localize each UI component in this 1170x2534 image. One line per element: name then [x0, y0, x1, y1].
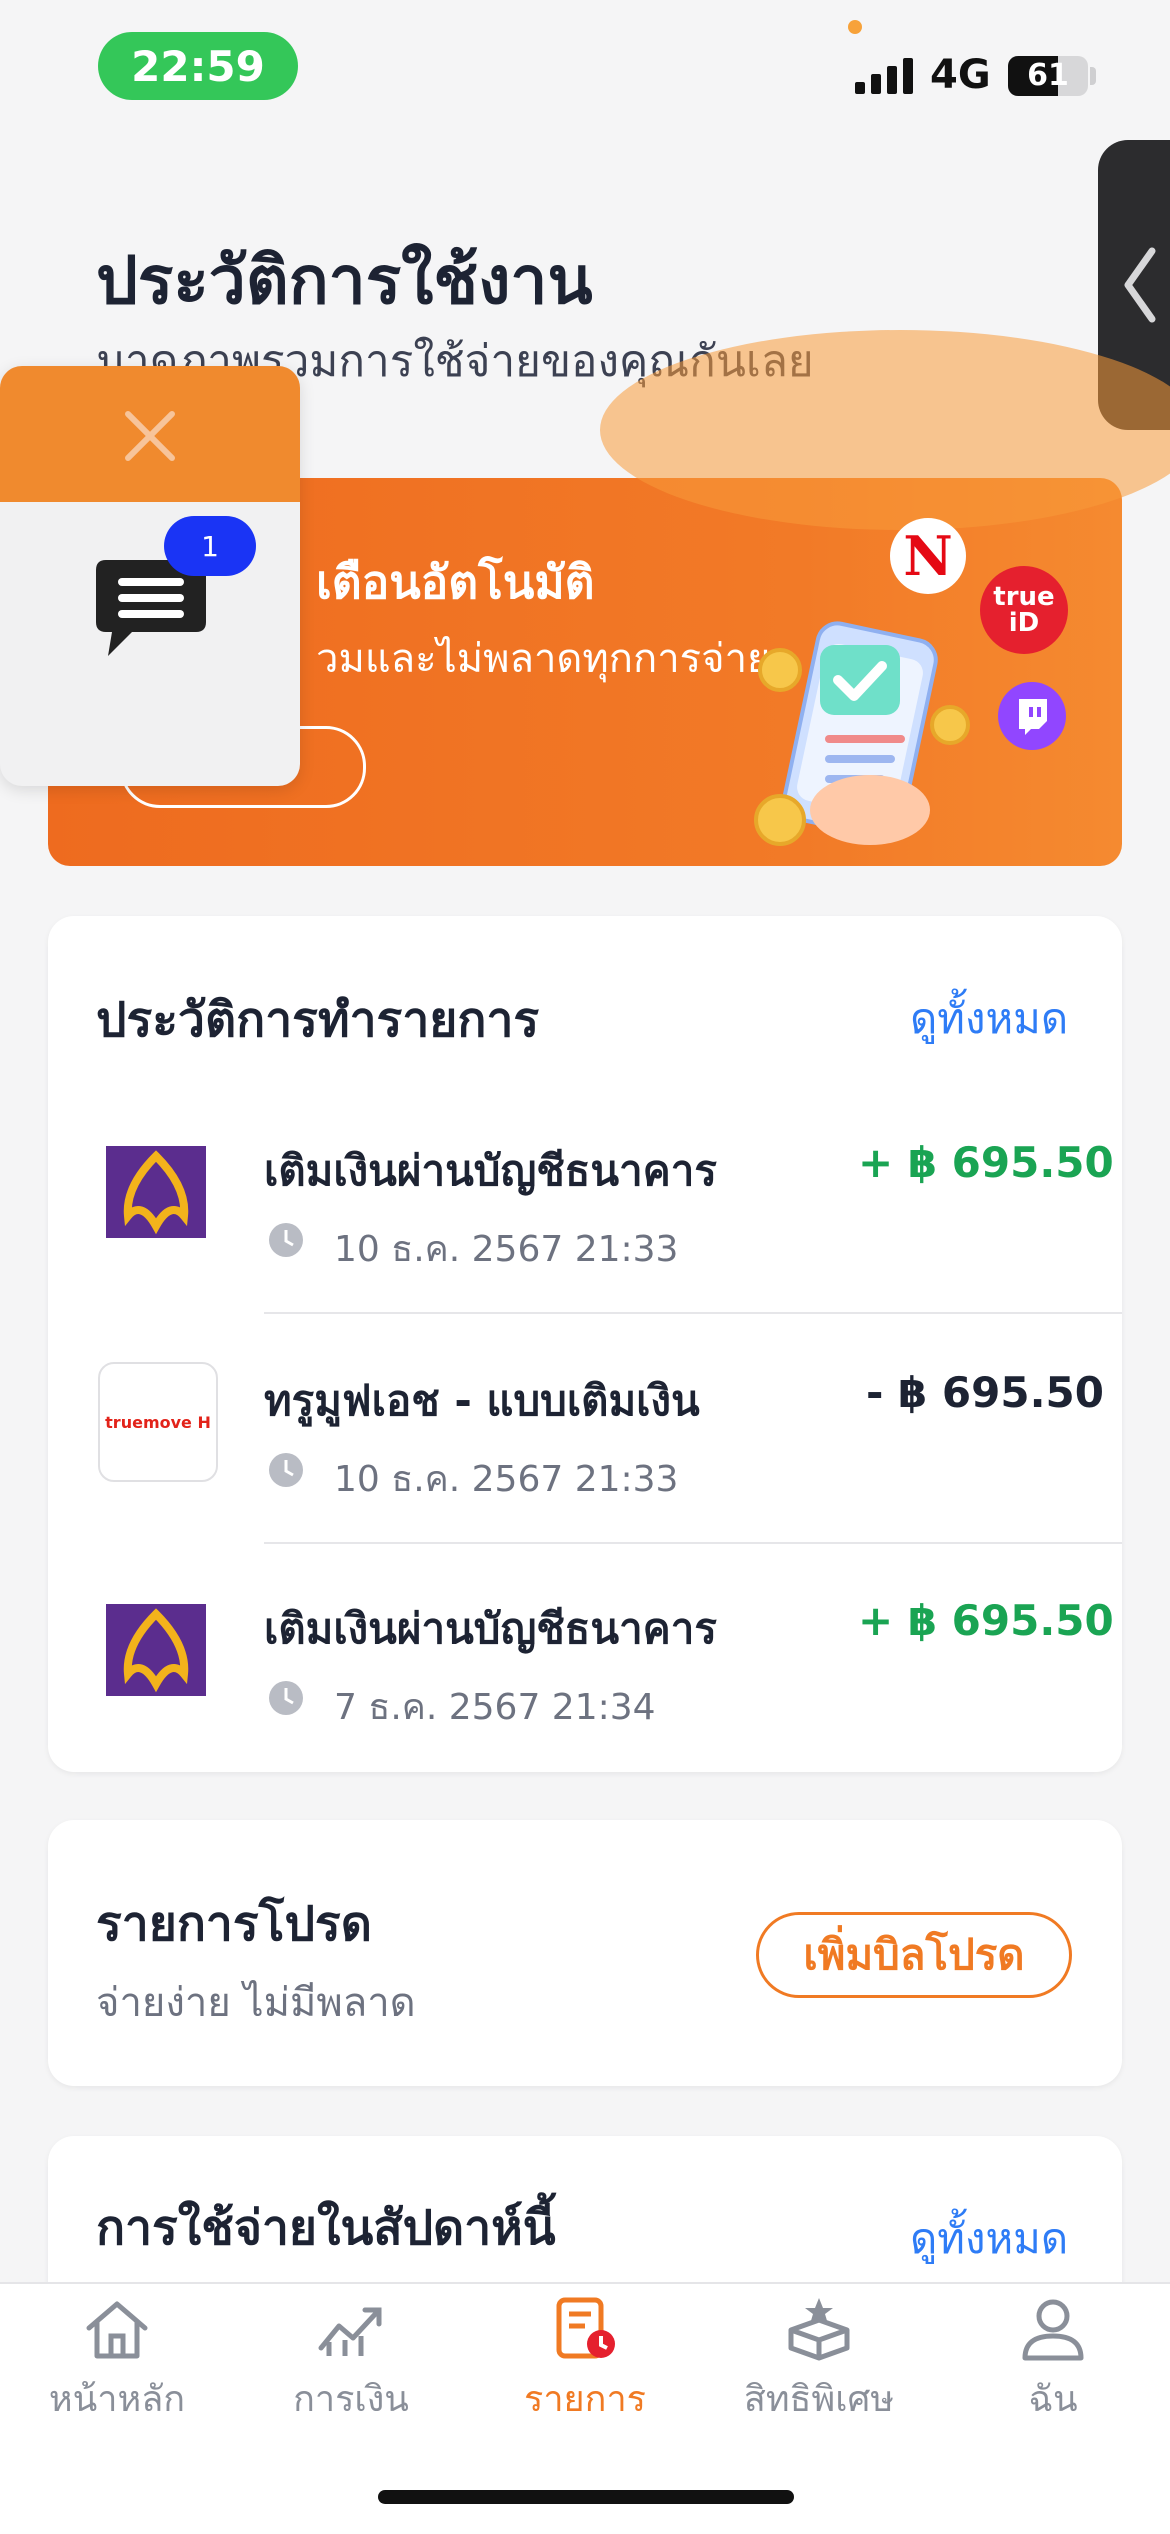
clock-icon [269, 1453, 303, 1487]
transaction-date: 7 ธ.ค. 2567 21:34 [334, 1687, 656, 1728]
home-indicator[interactable] [378, 2490, 794, 2504]
person-icon [1022, 2299, 1084, 2361]
nav-label: สิทธิพิเศษ [743, 2379, 895, 2420]
transaction-date: 10 ธ.ค. 2567 21:33 [334, 1229, 679, 1270]
favorites-subtitle: จ่ายง่าย ไม่มีพลาด [96, 1980, 416, 2026]
nav-profile[interactable]: ฉัน [936, 2296, 1170, 2427]
nav-label: การเงิน [293, 2379, 409, 2420]
chart-icon [318, 2307, 382, 2356]
status-time: 22:59 [98, 32, 298, 100]
favorites-title: รายการโปรด [96, 1896, 372, 1952]
battery-icon: 61 [1008, 56, 1088, 96]
transaction-amount: + ฿ 695.50 [858, 1138, 1114, 1187]
transaction-amount: - ฿ 695.50 [866, 1368, 1104, 1417]
signal-icon [855, 58, 913, 94]
chevron-left-icon [1124, 247, 1156, 323]
home-icon [86, 2301, 148, 2359]
chat-overlay[interactable]: 1 [0, 366, 300, 786]
network-type: 4G [930, 52, 991, 98]
transaction-section-title: ประวัติการทำรายการ [96, 992, 540, 1048]
nav-privileges[interactable]: สิทธิพิเศษ [702, 2296, 936, 2427]
truemove-logo: truemove H [98, 1362, 218, 1482]
bank-logo-icon [106, 1604, 206, 1696]
transaction-amount: + ฿ 695.50 [858, 1596, 1114, 1645]
trueid-logo-icon: true iD [980, 566, 1068, 654]
nav-home[interactable]: หน้าหลัก [0, 2296, 234, 2427]
banner-title: เตือนอัตโนมัติ [316, 555, 595, 609]
netflix-logo-icon: N [890, 518, 966, 594]
phone-illustration [754, 621, 970, 846]
page-title: ประวัติการใช้งาน [96, 242, 593, 319]
close-icon[interactable] [120, 406, 180, 466]
receipt-icon [556, 2297, 615, 2359]
transaction-title: ทรูมูฟเอช - แบบเติมเงิน [264, 1376, 700, 1425]
transaction-date: 10 ธ.ค. 2567 21:33 [334, 1459, 679, 1500]
nav-finance[interactable]: การเงิน [234, 2296, 468, 2427]
notification-badge: 1 [164, 516, 256, 576]
banner-subtitle: วมและไม่พลาดทุกการจ่าย [316, 636, 771, 682]
battery-level: 61 [1027, 58, 1069, 93]
transaction-row[interactable] [48, 1100, 1122, 1312]
transaction-title: เติมเงินผ่านบัญชีธนาคาร [264, 1146, 717, 1195]
twitch-logo-icon [998, 682, 1066, 750]
view-all-weekly-link[interactable]: ดูทั้งหมด [910, 2206, 1068, 2272]
bank-logo-icon [106, 1146, 206, 1238]
nav-transactions[interactable]: รายการ [468, 2296, 702, 2427]
privacy-indicator-dot [848, 20, 862, 34]
add-favorite-bill-button[interactable]: เพิ่มบิลโปรด [756, 1912, 1072, 1998]
nav-label: หน้าหลัก [48, 2379, 186, 2420]
transaction-title: เติมเงินผ่านบัญชีธนาคาร [264, 1604, 717, 1653]
gift-icon [788, 2298, 850, 2361]
clock-icon [269, 1223, 303, 1257]
nav-label: ฉัน [1028, 2379, 1078, 2420]
clock-icon [269, 1681, 303, 1715]
nav-label: รายการ [524, 2379, 646, 2420]
view-all-transactions-link[interactable]: ดูทั้งหมด [910, 986, 1068, 1052]
weekly-title: การใช้จ่ายในสัปดาห์นี้ [96, 2200, 556, 2256]
